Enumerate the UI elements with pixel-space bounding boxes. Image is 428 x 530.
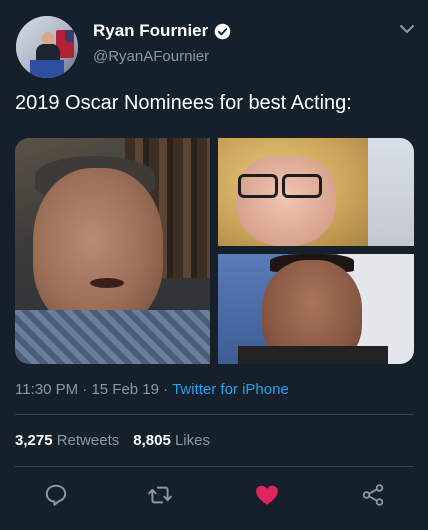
divider <box>15 414 413 415</box>
meta-separator: · <box>78 381 92 398</box>
retweets-label: Retweets <box>56 432 120 449</box>
chevron-down-icon[interactable] <box>398 22 416 36</box>
divider <box>15 466 413 467</box>
likes-stat[interactable]: 8,805 Likes <box>133 432 210 449</box>
meta-separator: · <box>159 381 173 398</box>
author-name[interactable]: Ryan Fournier <box>93 21 208 41</box>
heart-icon[interactable] <box>254 482 280 508</box>
reply-icon[interactable] <box>43 482 69 508</box>
likes-count: 8,805 <box>133 432 171 449</box>
author-name-row[interactable]: Ryan Fournier <box>93 20 231 42</box>
author-handle[interactable]: @RyanAFournier <box>93 48 209 65</box>
tweet-text: 2019 Oscar Nominees for best Acting: <box>15 92 352 114</box>
media-photo-1[interactable] <box>15 138 210 364</box>
tweet-meta: 11:30 PM · 15 Feb 19 · Twitter for iPhon… <box>15 381 289 398</box>
media-photo-2[interactable] <box>218 138 414 246</box>
tweet-date: 15 Feb 19 <box>91 381 159 398</box>
media-photo-3[interactable] <box>218 254 414 364</box>
verified-badge-icon <box>214 23 231 39</box>
tweet-source-link[interactable]: Twitter for iPhone <box>172 381 289 398</box>
avatar[interactable] <box>16 16 78 78</box>
retweets-stat[interactable]: 3,275 Retweets <box>15 432 119 449</box>
tweet-time: 11:30 PM <box>15 381 79 398</box>
tweet-actions <box>0 480 428 514</box>
tweet-media-grid <box>15 138 414 364</box>
share-icon[interactable] <box>360 482 386 508</box>
tweet-stats: 3,275 Retweets 8,805 Likes <box>15 432 210 449</box>
retweets-count: 3,275 <box>15 432 53 449</box>
tweet-header: Ryan Fournier @RyanAFournier <box>0 0 428 90</box>
retweet-icon[interactable] <box>147 482 173 508</box>
likes-label: Likes <box>174 432 210 449</box>
